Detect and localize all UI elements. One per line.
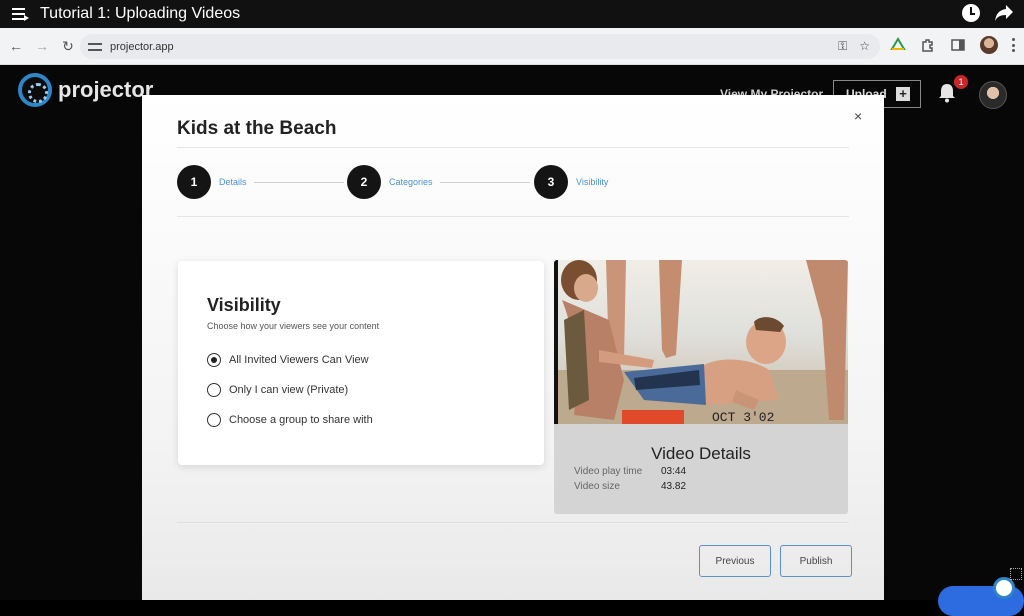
drive-icon[interactable] (890, 37, 906, 53)
plus-icon: + (896, 87, 910, 101)
share-icon[interactable] (994, 4, 1014, 22)
notifications-button[interactable]: 1 (938, 75, 968, 105)
back-icon[interactable]: ← (4, 34, 28, 58)
user-avatar[interactable] (979, 81, 1007, 109)
modal-title: Kids at the Beach (177, 118, 337, 139)
step-label: Details (219, 177, 247, 187)
step-visibility[interactable]: 3 Visibility (534, 165, 608, 199)
video-details-card: ОСТ 3'02 Video Details Video play time 0… (554, 260, 848, 514)
video-size-label: Video size (574, 481, 620, 492)
upload-modal: Kids at the Beach × 1 Details 2 Categori… (142, 95, 884, 600)
browser-profile-avatar[interactable] (980, 36, 998, 54)
step-details[interactable]: 1 Details (177, 165, 247, 199)
step-connector (254, 182, 344, 183)
thumbnail-date-stamp: ОСТ 3'02 (712, 410, 774, 424)
previous-button[interactable]: Previous (699, 545, 771, 577)
play-time-value: 03:44 (661, 466, 687, 477)
watch-later-icon[interactable] (962, 4, 980, 22)
play-time-label: Video play time (574, 466, 643, 477)
publish-button[interactable]: Publish (780, 545, 852, 577)
visibility-title: Visibility (207, 295, 281, 315)
radio-button[interactable] (207, 383, 221, 397)
browser-toolbar: ← → ↻ projector.app ⚿ ☆ (0, 28, 1024, 65)
step-label: Visibility (576, 177, 609, 187)
video-title-bar: Tutorial 1: Uploading Videos (0, 0, 1024, 28)
option-label: Only I can view (Private) (229, 384, 349, 396)
visibility-card: Visibility Choose how your viewers see y… (178, 261, 544, 465)
video-thumbnail[interactable]: ОСТ 3'02 (554, 260, 848, 424)
bell-icon (939, 84, 955, 103)
password-key-icon[interactable]: ⚿ (838, 39, 847, 54)
extensions-icon[interactable] (920, 37, 936, 53)
option-label: Choose a group to share with (229, 414, 373, 426)
bookmark-star-icon[interactable]: ☆ (859, 39, 870, 54)
option-private[interactable]: Only I can view (Private) (207, 383, 348, 397)
option-label: All Invited Viewers Can View (229, 354, 369, 366)
browser-menu-icon[interactable] (1012, 38, 1016, 52)
url-text[interactable]: projector.app (110, 41, 174, 53)
fullscreen-icon[interactable] (1010, 568, 1022, 580)
option-all-invited-viewers[interactable]: All Invited Viewers Can View (207, 353, 369, 367)
radio-button-selected[interactable] (207, 353, 221, 367)
chat-logo-icon[interactable] (993, 577, 1015, 599)
step-connector (440, 182, 530, 183)
film-reel-icon (18, 73, 52, 107)
forward-icon[interactable]: → (30, 34, 54, 58)
step-number: 1 (177, 165, 211, 199)
close-icon[interactable]: × (854, 108, 862, 124)
divider (177, 216, 849, 217)
video-size-value: 43.82 (661, 481, 687, 492)
video-details-title: Video Details (651, 444, 751, 463)
step-label: Categories (389, 177, 433, 187)
step-number: 2 (347, 165, 381, 199)
notification-badge: 1 (954, 75, 968, 89)
side-panel-icon[interactable] (950, 37, 966, 53)
step-categories[interactable]: 2 Categories (347, 165, 433, 199)
site-settings-icon[interactable] (88, 41, 102, 53)
logo-text: projector (58, 77, 154, 102)
divider (177, 522, 849, 523)
address-bar[interactable]: projector.app ⚿ ☆ (80, 34, 880, 59)
visibility-subtitle: Choose how your viewers see your content (207, 321, 380, 331)
projector-logo[interactable]: projector (18, 73, 153, 107)
option-group-share[interactable]: Choose a group to share with (207, 413, 373, 427)
reload-icon[interactable]: ↻ (56, 34, 80, 58)
divider (177, 147, 849, 148)
step-number: 3 (534, 165, 568, 199)
radio-button[interactable] (207, 413, 221, 427)
playlist-icon[interactable] (12, 8, 29, 21)
video-title: Tutorial 1: Uploading Videos (40, 5, 241, 22)
